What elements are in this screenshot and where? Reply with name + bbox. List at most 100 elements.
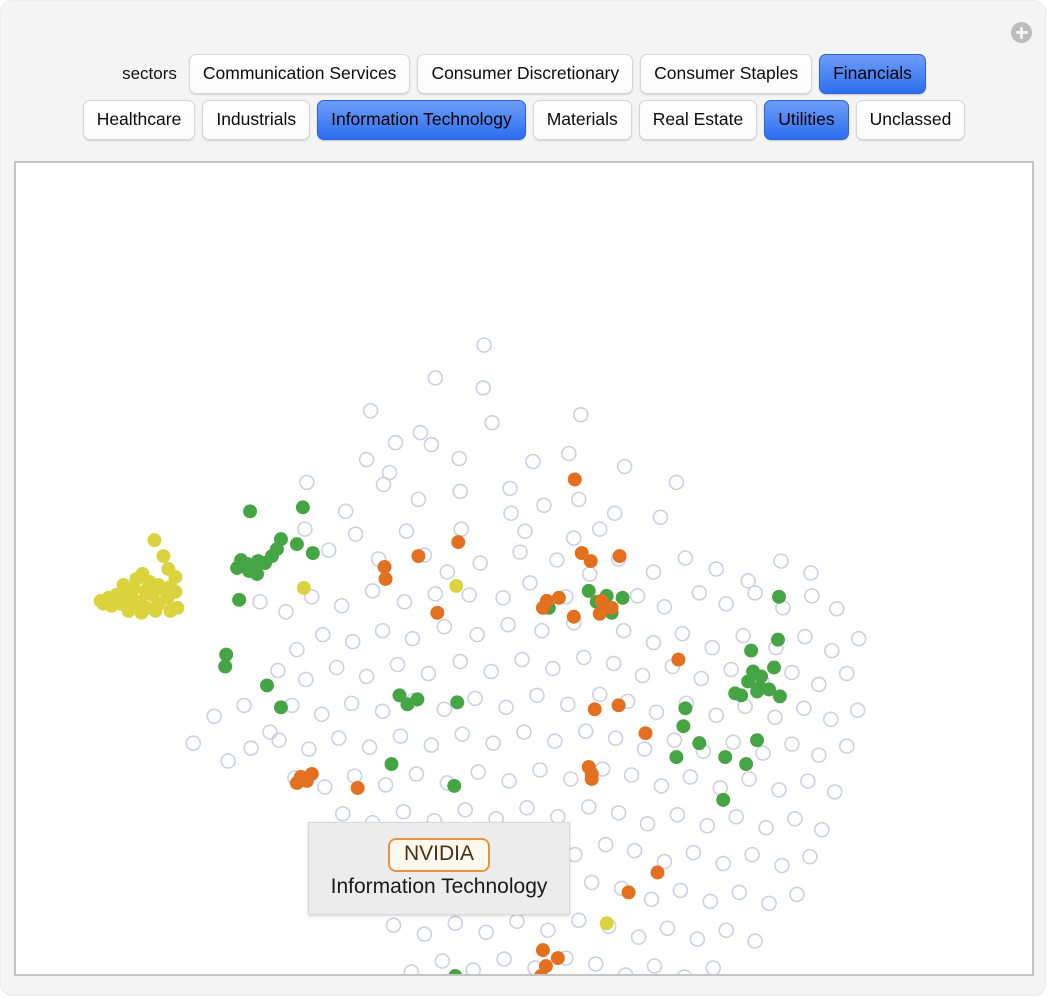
scatter-point[interactable] — [428, 587, 442, 601]
scatter-point[interactable] — [424, 738, 438, 752]
scatter-point[interactable] — [771, 633, 785, 647]
sector-button-financials[interactable]: Financials — [819, 54, 926, 95]
scatter-point[interactable] — [351, 781, 365, 795]
scatter-point[interactable] — [552, 591, 566, 605]
scatter-point[interactable] — [732, 885, 746, 899]
sector-button-consumer-discretionary[interactable]: Consumer Discretionary — [417, 54, 633, 95]
scatter-point[interactable] — [535, 624, 549, 638]
scatter-point[interactable] — [218, 660, 232, 674]
scatter-point[interactable] — [742, 772, 756, 786]
scatter-point[interactable] — [762, 896, 776, 910]
scatter-point[interactable] — [618, 460, 632, 474]
scatter-point[interactable] — [613, 549, 627, 563]
scatter-point[interactable] — [584, 554, 598, 568]
scatter-point[interactable] — [803, 850, 817, 864]
scatter-point[interactable] — [299, 672, 313, 686]
scatter-point[interactable] — [379, 778, 393, 792]
scatter-point[interactable] — [513, 545, 527, 559]
scatter-point[interactable] — [453, 655, 467, 669]
scatter-point[interactable] — [690, 932, 704, 946]
scatter-point[interactable] — [363, 740, 377, 754]
scatter-point[interactable] — [452, 452, 466, 466]
sector-button-information-technology[interactable]: Information Technology — [317, 100, 526, 141]
scatter-point[interactable] — [503, 481, 517, 495]
scatter-point[interactable] — [619, 968, 633, 974]
scatter-point[interactable] — [805, 589, 819, 603]
scatter-point[interactable] — [638, 742, 652, 756]
scatter-point[interactable] — [364, 404, 378, 418]
scatter-point[interactable] — [607, 657, 621, 671]
scatter-point[interactable] — [546, 662, 560, 676]
scatter-point[interactable] — [510, 914, 524, 928]
scatter-point[interactable] — [631, 589, 645, 603]
scatter-point[interactable] — [383, 466, 397, 480]
scatter-point[interactable] — [851, 703, 865, 717]
scatter-point[interactable] — [397, 595, 411, 609]
scatter-point[interactable] — [774, 554, 788, 568]
scatter-point[interactable] — [417, 927, 431, 941]
scatter-point[interactable] — [600, 916, 614, 930]
scatter-point[interactable] — [339, 504, 353, 518]
scatter-point[interactable] — [379, 572, 393, 586]
scatter-point[interactable] — [750, 684, 764, 698]
scatter-point[interactable] — [724, 663, 738, 677]
scatter-point[interactable] — [773, 689, 787, 703]
scatter-point[interactable] — [593, 607, 607, 621]
scatter-point[interactable] — [599, 838, 613, 852]
scatter-point[interactable] — [564, 772, 578, 786]
scatter-point[interactable] — [577, 651, 591, 665]
scatter-point[interactable] — [636, 669, 650, 683]
scatter-point[interactable] — [654, 779, 668, 793]
scatter-point[interactable] — [536, 601, 550, 615]
scatter-point[interactable] — [692, 736, 706, 750]
scatter-point[interactable] — [669, 750, 683, 764]
scatter-point[interactable] — [840, 739, 854, 753]
scatter-point[interactable] — [186, 736, 200, 750]
scatter-point[interactable] — [585, 875, 599, 889]
scatter-point[interactable] — [274, 700, 288, 714]
scatter-point[interactable] — [608, 506, 622, 520]
scatter-point[interactable] — [346, 635, 360, 649]
scatter-point[interactable] — [421, 667, 435, 681]
scatter-point[interactable] — [612, 698, 626, 712]
scatter-point[interactable] — [657, 600, 671, 614]
scatter-point[interactable] — [349, 527, 363, 541]
scatter-point[interactable] — [163, 604, 177, 618]
sector-button-utilities[interactable]: Utilities — [764, 100, 848, 141]
scatter-point[interactable] — [616, 591, 630, 605]
scatter-plot-frame[interactable]: NVIDIA Information Technology — [14, 161, 1034, 976]
scatter-point[interactable] — [804, 566, 818, 580]
scatter-point[interactable] — [671, 653, 685, 667]
scatter-point[interactable] — [716, 857, 730, 871]
scatter-point[interactable] — [567, 610, 581, 624]
scatter-point[interactable] — [812, 677, 826, 691]
scatter-point[interactable] — [718, 750, 732, 764]
scatter-point[interactable] — [523, 576, 537, 590]
scatter-point[interactable] — [232, 593, 246, 607]
scatter-point[interactable] — [651, 866, 665, 880]
scatter-point[interactable] — [550, 553, 564, 567]
scatter-point[interactable] — [574, 408, 588, 422]
scatter-point[interactable] — [785, 666, 799, 680]
scatter-point[interactable] — [612, 806, 626, 820]
scatter-point[interactable] — [428, 371, 442, 385]
scatter-point[interactable] — [458, 803, 472, 817]
scatter-point[interactable] — [397, 805, 411, 819]
scatter-point[interactable] — [572, 492, 586, 506]
scatter-point[interactable] — [504, 506, 518, 520]
scatter-point[interactable] — [219, 648, 233, 662]
scatter-point[interactable] — [517, 725, 531, 739]
scatter-point[interactable] — [378, 560, 392, 574]
scatter-point[interactable] — [450, 695, 464, 709]
scatter-point[interactable] — [117, 578, 131, 592]
scatter-point[interactable] — [122, 604, 136, 618]
scatter-point[interactable] — [675, 627, 689, 641]
scatter-point[interactable] — [411, 549, 425, 563]
scatter-point[interactable] — [709, 562, 723, 576]
scatter-point[interactable] — [572, 913, 586, 927]
scatter-point[interactable] — [237, 698, 251, 712]
scatter-point[interactable] — [290, 643, 304, 657]
sector-button-real-estate[interactable]: Real Estate — [639, 100, 757, 141]
scatter-point[interactable] — [694, 671, 708, 685]
scatter-point[interactable] — [588, 702, 602, 716]
